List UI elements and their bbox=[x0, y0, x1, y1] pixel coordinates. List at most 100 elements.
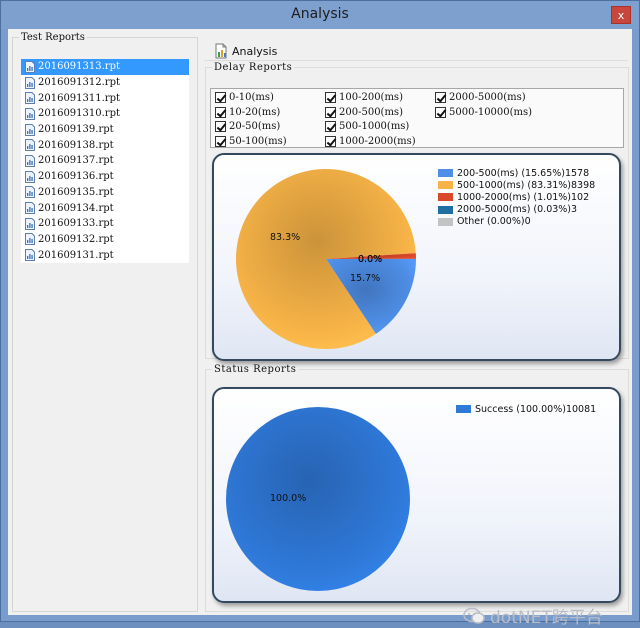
legend-label: 1000-2000(ms) (1.01%)102 bbox=[457, 192, 589, 203]
report-file-icon bbox=[25, 202, 35, 214]
delay-checkbox-label: 10-20(ms) bbox=[229, 107, 280, 118]
report-list-item[interactable]: 201609139.rpt bbox=[21, 122, 189, 138]
report-file-icon bbox=[25, 61, 35, 73]
legend-label: 500-1000(ms) (83.31%)8398 bbox=[457, 180, 595, 191]
delay-checkbox[interactable]: 500-1000(ms) bbox=[325, 121, 409, 132]
report-file-icon bbox=[25, 249, 35, 261]
close-button[interactable]: x bbox=[611, 6, 631, 24]
delay-checkbox-label: 20-50(ms) bbox=[229, 121, 280, 132]
delay-checkbox-label: 0-10(ms) bbox=[229, 92, 274, 103]
report-file-name: 201609132.rpt bbox=[38, 234, 114, 245]
toolbar: Analysis bbox=[204, 41, 628, 61]
report-file-name: 2016091313.rpt bbox=[38, 61, 120, 72]
delay-checkbox[interactable]: 2000-5000(ms) bbox=[435, 92, 526, 103]
legend-entry: 500-1000(ms) (83.31%)8398 bbox=[438, 179, 595, 191]
legend-entry: Other (0.00%)0 bbox=[438, 216, 595, 228]
report-file-icon bbox=[25, 124, 35, 136]
checkbox-check-icon[interactable] bbox=[435, 92, 446, 103]
analysis-button[interactable]: Analysis bbox=[210, 42, 280, 60]
report-file-icon bbox=[25, 77, 35, 89]
checkbox-check-icon[interactable] bbox=[215, 136, 226, 147]
report-list-item[interactable]: 201609137.rpt bbox=[21, 153, 189, 169]
legend-label: Other (0.00%)0 bbox=[457, 216, 531, 227]
report-file-name: 201609136.rpt bbox=[38, 171, 114, 182]
delay-checkbox-label: 100-200(ms) bbox=[339, 92, 403, 103]
delay-checkbox[interactable]: 20-50(ms) bbox=[215, 121, 280, 132]
report-list-item[interactable]: 2016091311.rpt bbox=[21, 90, 189, 106]
report-file-icon bbox=[25, 186, 35, 198]
status-reports-legend: Status Reports bbox=[212, 364, 298, 375]
report-list[interactable]: 2016091313.rpt 2016091312.rpt 2016091311.r… bbox=[21, 59, 189, 263]
report-list-item[interactable]: 201609131.rpt bbox=[21, 247, 189, 263]
legend-swatch bbox=[438, 218, 453, 226]
legend-label: Success (100.00%)10081 bbox=[475, 404, 596, 415]
checkbox-check-icon[interactable] bbox=[435, 107, 446, 118]
report-list-item[interactable]: 201609135.rpt bbox=[21, 185, 189, 201]
delay-checkbox[interactable]: 5000-10000(ms) bbox=[435, 107, 532, 118]
report-list-item[interactable]: 201609134.rpt bbox=[21, 200, 189, 216]
delay-checkbox-label: 500-1000(ms) bbox=[339, 121, 409, 132]
watermark: dotNET跨平台 bbox=[463, 603, 603, 628]
report-file-icon bbox=[25, 218, 35, 230]
legend-label: 200-500(ms) (15.65%)1578 bbox=[457, 168, 589, 179]
delay-checkbox-grid: 0-10(ms) 10-20(ms) 20-50(ms) 50-100(ms) 100-… bbox=[210, 88, 624, 148]
delay-checkbox[interactable]: 200-500(ms) bbox=[325, 107, 403, 118]
report-file-name: 201609134.rpt bbox=[38, 203, 114, 214]
status-chart-panel: 100.0% Success (100.00%)10081 bbox=[212, 387, 621, 603]
delay-checkbox-label: 200-500(ms) bbox=[339, 107, 403, 118]
report-file-name: 201609137.rpt bbox=[38, 155, 114, 166]
pie-slice-label: 83.3% bbox=[270, 232, 300, 243]
delay-chart-legend: 200-500(ms) (15.65%)1578500-1000(ms) (83… bbox=[438, 167, 595, 228]
test-reports-legend: Test Reports bbox=[19, 32, 87, 43]
report-file-icon bbox=[25, 92, 35, 104]
report-file-name: 2016091311.rpt bbox=[38, 93, 120, 104]
delay-reports-legend: Delay Reports bbox=[212, 62, 294, 73]
status-reports-group: Status Reports 100.0% Success (100.00%)1… bbox=[205, 364, 629, 612]
checkbox-check-icon[interactable] bbox=[215, 121, 226, 132]
legend-entry: Success (100.00%)10081 bbox=[456, 403, 596, 415]
delay-checkbox[interactable]: 50-100(ms) bbox=[215, 136, 287, 147]
delay-checkbox-label: 1000-2000(ms) bbox=[339, 136, 416, 147]
report-file-icon bbox=[25, 108, 35, 120]
test-reports-group: Test Reports 2016091313.rpt 2016091312.rp… bbox=[12, 32, 198, 612]
delay-checkbox[interactable]: 10-20(ms) bbox=[215, 107, 280, 118]
legend-entry: 2000-5000(ms) (0.03%)3 bbox=[438, 204, 595, 216]
delay-checkbox-label: 5000-10000(ms) bbox=[449, 107, 532, 118]
delay-checkbox[interactable]: 100-200(ms) bbox=[325, 92, 403, 103]
checkbox-check-icon[interactable] bbox=[215, 107, 226, 118]
report-file-name: 201609131.rpt bbox=[38, 250, 114, 261]
report-list-item[interactable]: 2016091312.rpt bbox=[21, 75, 189, 91]
report-list-item[interactable]: 201609132.rpt bbox=[21, 232, 189, 248]
report-list-item[interactable]: 2016091310.rpt bbox=[21, 106, 189, 122]
report-file-name: 201609139.rpt bbox=[38, 124, 114, 135]
status-pie-chart: 100.0% bbox=[214, 389, 619, 601]
report-file-icon bbox=[25, 171, 35, 183]
report-file-name: 201609133.rpt bbox=[38, 218, 114, 229]
delay-checkbox[interactable]: 0-10(ms) bbox=[215, 92, 274, 103]
checkbox-check-icon[interactable] bbox=[325, 107, 336, 118]
delay-checkbox-label: 2000-5000(ms) bbox=[449, 92, 526, 103]
legend-label: 2000-5000(ms) (0.03%)3 bbox=[457, 204, 577, 215]
report-list-item[interactable]: 201609138.rpt bbox=[21, 137, 189, 153]
delay-chart-panel: 15.7%83.3%0.0%0.0%0.0% 200-500(ms) (15.6… bbox=[212, 153, 621, 361]
delay-checkbox-label: 50-100(ms) bbox=[229, 136, 287, 147]
checkbox-check-icon[interactable] bbox=[215, 92, 226, 103]
checkbox-check-icon[interactable] bbox=[325, 92, 336, 103]
delay-checkbox[interactable]: 1000-2000(ms) bbox=[325, 136, 416, 147]
report-file-name: 201609135.rpt bbox=[38, 187, 114, 198]
pie-slice-label: 0.0% bbox=[358, 254, 382, 265]
report-list-item[interactable]: 201609136.rpt bbox=[21, 169, 189, 185]
legend-swatch bbox=[438, 181, 453, 189]
checkbox-check-icon[interactable] bbox=[325, 136, 336, 147]
report-file-icon bbox=[25, 155, 35, 167]
chart-document-icon bbox=[213, 43, 229, 59]
report-file-icon bbox=[25, 233, 35, 245]
checkbox-check-icon[interactable] bbox=[325, 121, 336, 132]
title-bar[interactable]: Analysis x bbox=[1, 1, 639, 29]
report-list-item[interactable]: 2016091313.rpt bbox=[21, 59, 189, 75]
watermark-text: dotNET跨平台 bbox=[490, 603, 603, 628]
report-list-item[interactable]: 201609133.rpt bbox=[21, 216, 189, 232]
client-area: Test Reports 2016091313.rpt 2016091312.rp… bbox=[8, 29, 632, 615]
legend-swatch bbox=[438, 169, 453, 177]
legend-entry: 1000-2000(ms) (1.01%)102 bbox=[438, 191, 595, 203]
